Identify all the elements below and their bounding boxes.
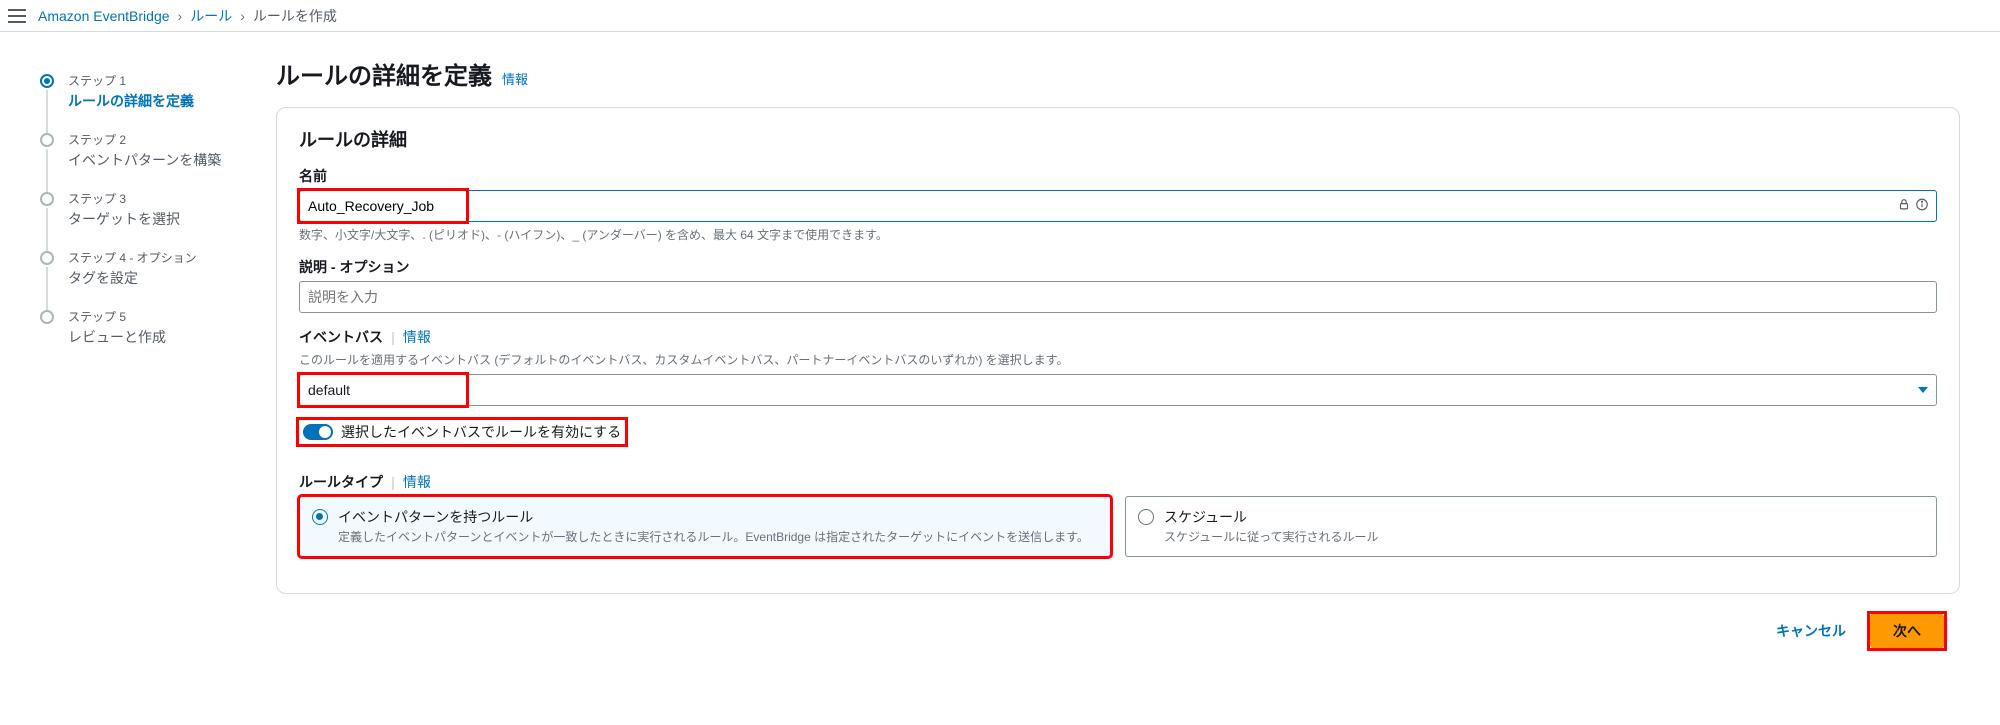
- info-icon: [1915, 198, 1929, 215]
- hamburger-icon[interactable]: [8, 9, 26, 23]
- chevron-right-icon: ›: [178, 8, 183, 24]
- step-4[interactable]: ステップ 4 - オプション タグを設定: [40, 249, 260, 308]
- radio-icon: [1138, 509, 1154, 525]
- step-5[interactable]: ステップ 5 レビューと作成: [40, 308, 260, 367]
- ruletype-option-eventpattern[interactable]: イベントパターンを持つルール 定義したイベントパターンとイベントが一致したときに…: [299, 496, 1111, 557]
- info-link[interactable]: 情報: [502, 69, 528, 88]
- toggle-label: 選択したイベントバスでルールを有効にする: [341, 422, 621, 442]
- step-circle-icon: [40, 192, 54, 206]
- page-title: ルールの詳細を定義: [276, 56, 492, 91]
- radio-icon: [312, 509, 328, 525]
- breadcrumb-link-eventbridge[interactable]: Amazon EventBridge: [38, 8, 170, 24]
- info-link[interactable]: 情報: [403, 472, 431, 492]
- panel-heading: ルールの詳細: [299, 126, 1937, 152]
- eventbus-label: イベントバス: [299, 327, 383, 347]
- info-link[interactable]: 情報: [403, 327, 431, 347]
- ruletype-label: ルールタイプ: [299, 472, 383, 492]
- next-button[interactable]: 次へ: [1870, 614, 1944, 648]
- name-label: 名前: [299, 166, 1937, 186]
- rule-detail-panel: ルールの詳細 名前 数字、小文字/大文字、. (ピリオド)、- (ハイフン)、_…: [276, 107, 1960, 594]
- step-circle-icon: [40, 251, 54, 265]
- stepper: ステップ 1 ルールの詳細を定義 ステップ 2 イベントパターンを構築 ステップ…: [0, 56, 260, 648]
- eventbus-select[interactable]: default: [299, 374, 1937, 406]
- chevron-right-icon: ›: [240, 8, 245, 24]
- enable-rule-toggle[interactable]: [303, 424, 333, 440]
- breadcrumb-link-rules[interactable]: ルール: [190, 6, 232, 26]
- step-1[interactable]: ステップ 1 ルールの詳細を定義: [40, 72, 260, 131]
- cancel-button[interactable]: キャンセル: [1762, 615, 1860, 647]
- step-circle-icon: [40, 133, 54, 147]
- name-input[interactable]: [299, 190, 1937, 222]
- breadcrumb-current: ルールを作成: [253, 6, 337, 26]
- lock-icon: [1897, 198, 1911, 215]
- step-circle-icon: [40, 310, 54, 324]
- description-label: 説明 - オプション: [299, 257, 1937, 277]
- step-3[interactable]: ステップ 3 ターゲットを選択: [40, 190, 260, 249]
- eventbus-sub: このルールを適用するイベントバス (デフォルトのイベントバス、カスタムイベントバ…: [299, 351, 1937, 368]
- ruletype-option-schedule[interactable]: スケジュール スケジュールに従って実行されるルール: [1125, 496, 1937, 557]
- breadcrumb: Amazon EventBridge › ルール › ルールを作成: [38, 6, 337, 26]
- name-hint: 数字、小文字/大文字、. (ピリオド)、- (ハイフン)、_ (アンダーバー) …: [299, 226, 1937, 243]
- description-input[interactable]: [299, 281, 1937, 313]
- step-2[interactable]: ステップ 2 イベントパターンを構築: [40, 131, 260, 190]
- step-circle-icon: [40, 74, 54, 88]
- caret-down-icon: [1918, 387, 1928, 393]
